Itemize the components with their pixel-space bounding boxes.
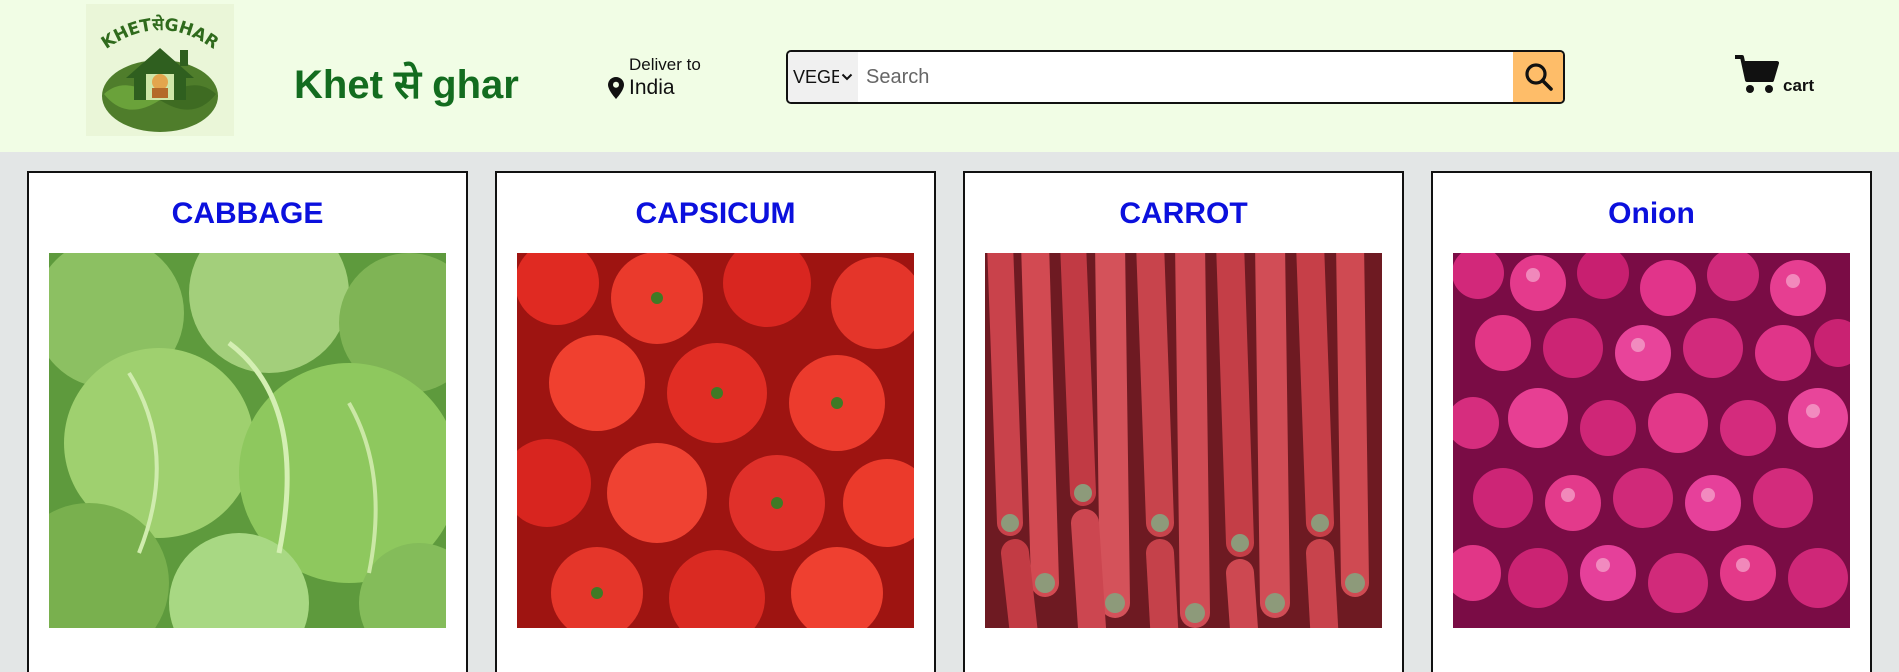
search-icon [1525,63,1553,91]
product-name[interactable]: CARROT [965,197,1402,231]
search-bar: VEGETABLES [786,50,1565,104]
search-button[interactable] [1513,52,1563,102]
svg-text:KHETसेGHAR: KHETसेGHAR [98,14,222,54]
category-select[interactable]: VEGETABLES [788,52,858,102]
product-name[interactable]: CABBAGE [29,197,466,231]
product-image-onion[interactable] [1453,253,1850,628]
logo-image: KHETसेGHAR [98,14,222,132]
product-name[interactable]: Onion [1433,197,1870,231]
product-card-onion[interactable]: Onion [1431,171,1872,672]
cart-label: cart [1783,76,1815,95]
site-title[interactable]: Khet से ghar [294,55,519,110]
header: KHETसेGHAR Khet से ghar Deliver to India… [0,0,1899,152]
deliver-country: India [629,76,675,99]
product-card-capsicum[interactable]: CAPSICUM [495,171,936,672]
product-image-capsicum[interactable] [517,253,914,628]
deliver-label: Deliver to [629,55,701,74]
chevron-down-icon [841,73,853,81]
product-card-carrot[interactable]: CARROT [963,171,1404,672]
deliver-location[interactable]: Deliver to India [608,55,728,103]
product-image-carrot[interactable] [985,253,1382,628]
category-select-value: VEGETABLES [793,66,839,87]
location-pin-icon [608,77,624,99]
cart-icon [1735,55,1779,93]
search-input[interactable] [858,52,1503,102]
product-card-cabbage[interactable]: CABBAGE [27,171,468,672]
cart-button[interactable]: cart [1735,54,1825,98]
product-name[interactable]: CAPSICUM [497,197,934,231]
site-logo[interactable]: KHETसेGHAR [86,4,234,136]
product-image-cabbage[interactable] [49,253,446,628]
